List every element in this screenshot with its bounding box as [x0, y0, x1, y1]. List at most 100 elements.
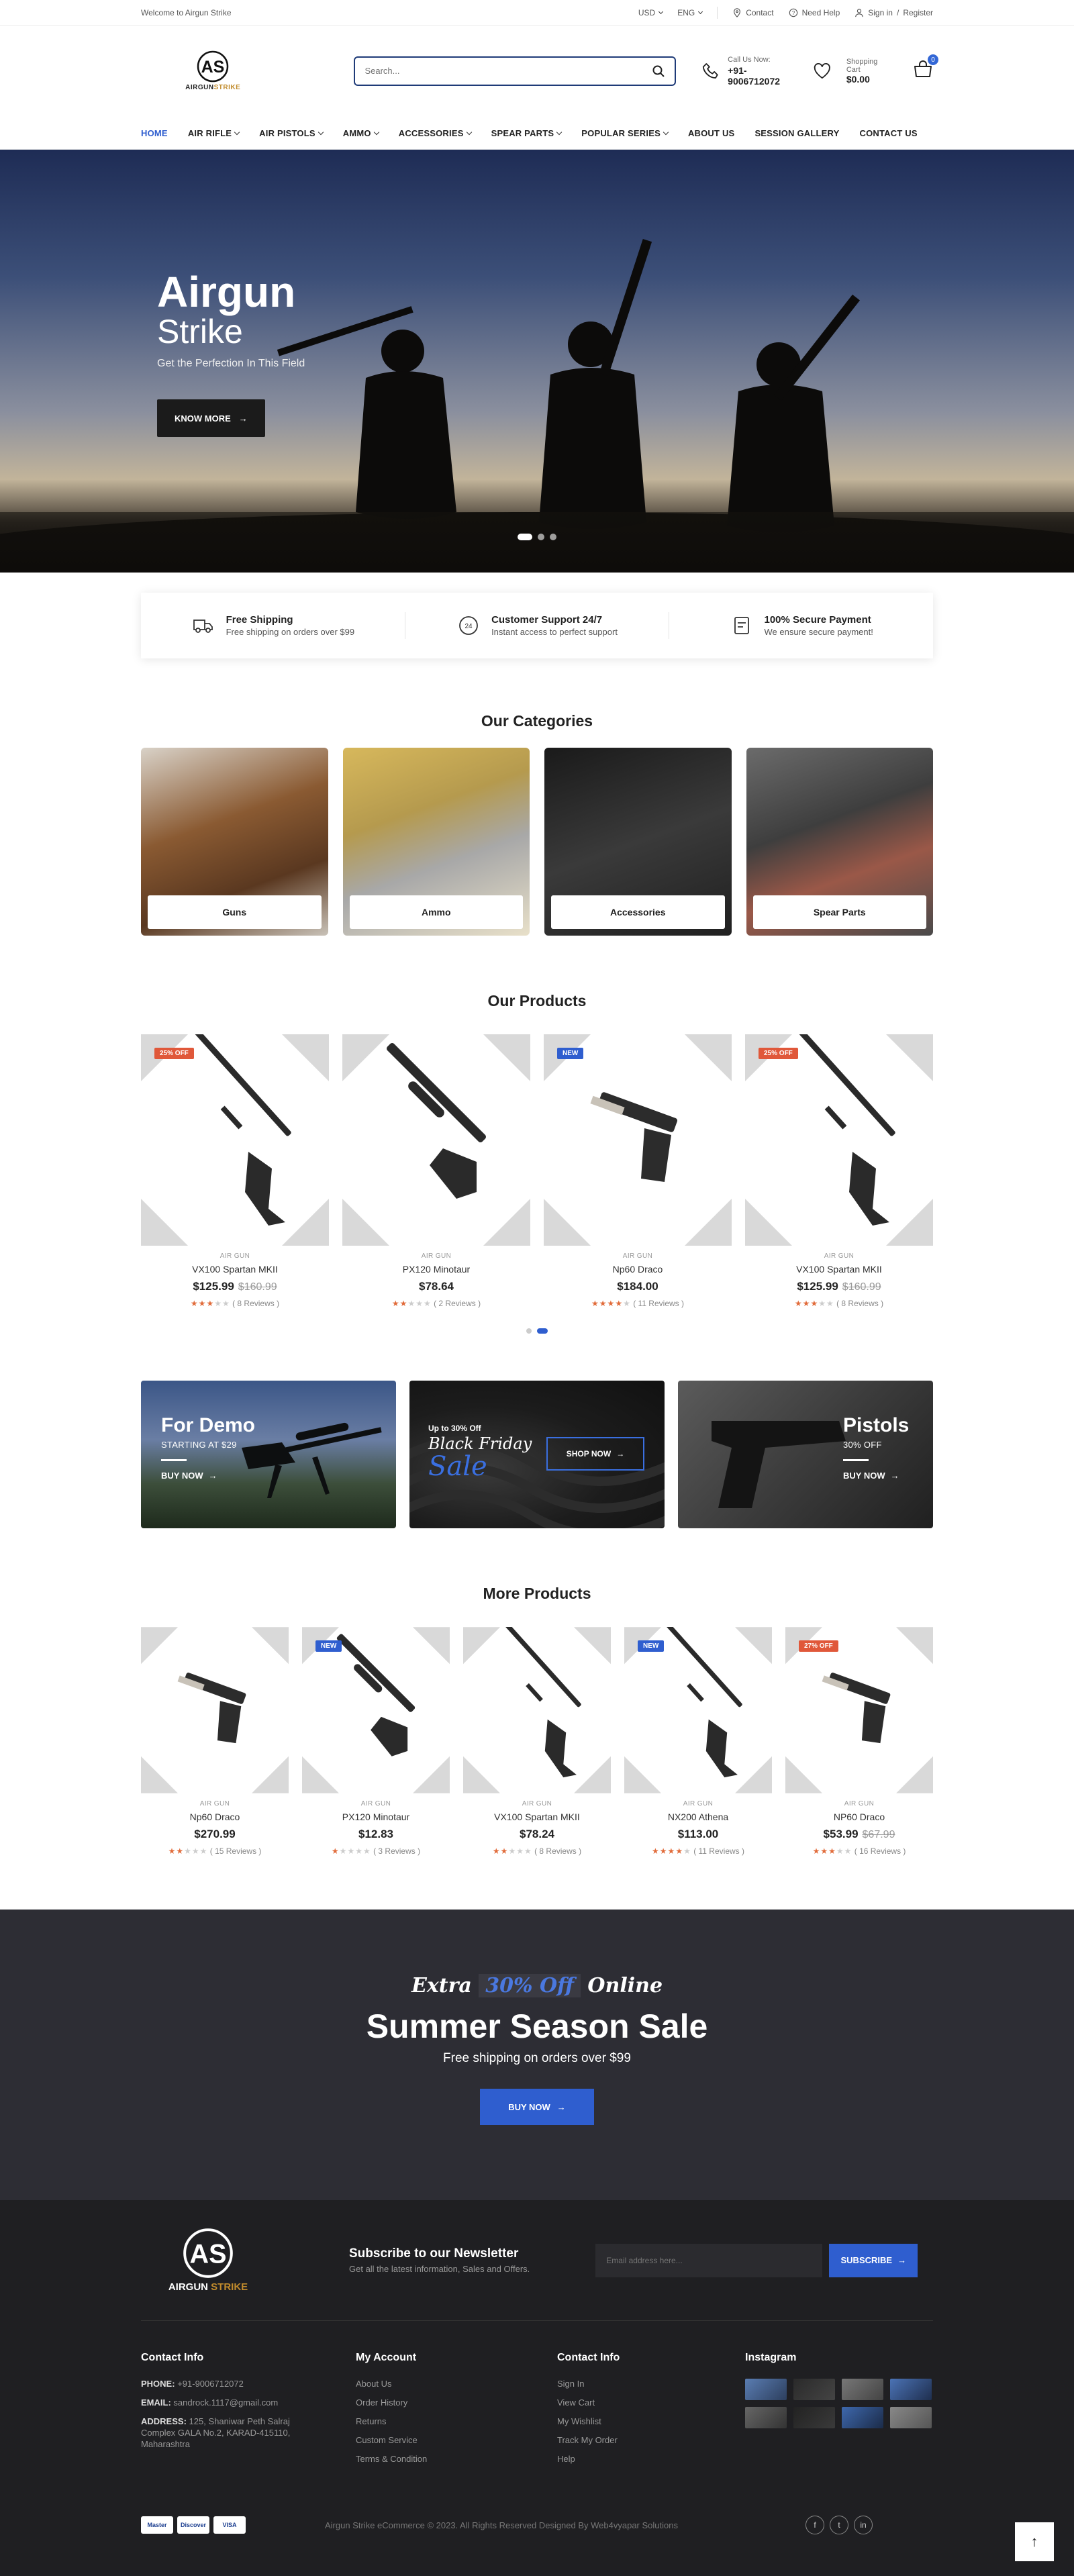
slider-dot[interactable] — [538, 534, 544, 540]
product-card[interactable]: 25% OFF AIR GUN VX100 Spartan MKII $125.99 $… — [745, 1034, 933, 1308]
product-card[interactable]: NEW AIR GUN NX200 Athena $113.00 ★★★★★ ( 11 … — [624, 1627, 772, 1856]
footer-link[interactable]: Custom Service — [356, 2435, 557, 2445]
product-name[interactable]: Np60 Draco — [141, 1812, 289, 1822]
register-link[interactable]: Register — [903, 8, 933, 17]
newsletter-email-input[interactable] — [595, 2243, 823, 2277]
product-name[interactable]: VX100 Spartan MKII — [141, 1264, 329, 1275]
product-name[interactable]: Np60 Draco — [544, 1264, 732, 1275]
product-name[interactable]: VX100 Spartan MKII — [745, 1264, 933, 1275]
footer-link[interactable]: Order History — [356, 2397, 557, 2408]
product-name[interactable]: PX120 Minotaur — [302, 1812, 450, 1822]
nav-item-air-pistols[interactable]: AIR PISTOLS — [259, 128, 324, 138]
contact-link[interactable]: Contact — [732, 8, 774, 17]
instagram-thumb[interactable] — [842, 2379, 883, 2400]
product-name[interactable]: VX100 Spartan MKII — [463, 1812, 611, 1822]
product-image-wrap[interactable]: 25% OFF — [745, 1034, 933, 1246]
black-friday-banner[interactable]: Up to 30% Off Black Friday Sale SHOP NOW… — [409, 1381, 665, 1528]
category-card-ammo[interactable]: Ammo — [342, 748, 530, 936]
product-image-wrap[interactable] — [141, 1627, 289, 1793]
product-image-wrap[interactable] — [342, 1034, 530, 1246]
footer-link[interactable]: View Cart — [557, 2397, 745, 2408]
category-card-guns[interactable]: Guns — [141, 748, 328, 936]
product-image-wrap[interactable]: NEW — [302, 1627, 450, 1793]
nav-item-session-gallery[interactable]: SESSION GALLERY — [754, 128, 839, 138]
footer-link[interactable]: Sign In — [557, 2379, 745, 2389]
subscribe-button[interactable]: SUBSCRIBE → — [829, 2243, 918, 2277]
twitter-icon[interactable]: t — [830, 2516, 848, 2534]
footer-contact-col: Contact Info PHONE: +91-9006712072 EMAIL… — [141, 2352, 356, 2473]
language-select[interactable]: ENG — [677, 8, 703, 17]
instagram-thumb[interactable] — [745, 2407, 787, 2428]
product-rating: ★★★★★ ( 11 Reviews ) — [624, 1846, 772, 1856]
slider-dot[interactable] — [550, 534, 556, 540]
product-card[interactable]: AIR GUN PX120 Minotaur $78.64 ★★★★★ ( 2 Rev… — [342, 1034, 530, 1308]
page-dot[interactable] — [526, 1328, 532, 1334]
linkedin-icon[interactable]: in — [854, 2516, 873, 2534]
nav-item-home[interactable]: HOME — [141, 128, 168, 138]
signin-link[interactable]: Sign in — [868, 8, 893, 17]
product-card[interactable]: NEW AIR GUN Np60 Draco $184.00 ★★★★★ ( 11 Re… — [544, 1034, 732, 1308]
product-card[interactable]: 27% OFF AIR GUN NP60 Draco $53.99 $67.99 ★★★★… — [785, 1627, 933, 1856]
shop-now-button[interactable]: SHOP NOW → — [546, 1437, 644, 1471]
search-icon[interactable] — [652, 64, 665, 78]
back-to-top-button[interactable]: ↑ — [1015, 2522, 1054, 2561]
product-image-wrap[interactable] — [463, 1627, 611, 1793]
footer-link[interactable]: Terms & Condition — [356, 2454, 557, 2464]
category-card-spear-parts[interactable]: Spear Parts — [746, 748, 933, 936]
site-logo[interactable]: AS AIRGUNSTRIKE — [176, 50, 250, 91]
instagram-thumb[interactable] — [793, 2379, 835, 2400]
product-card[interactable]: AIR GUN VX100 Spartan MKII $78.24 ★★★★★ ( 8… — [463, 1627, 611, 1856]
footer-link[interactable]: My Wishlist — [557, 2416, 745, 2426]
help-link[interactable]: ? Need Help — [789, 8, 840, 17]
instagram-thumb[interactable] — [842, 2407, 883, 2428]
instagram-thumb[interactable] — [745, 2379, 787, 2400]
instagram-thumb[interactable] — [793, 2407, 835, 2428]
search-input[interactable] — [364, 66, 652, 76]
facebook-icon[interactable]: f — [806, 2516, 824, 2534]
product-name[interactable]: NX200 Athena — [624, 1812, 772, 1822]
feature-desc: Free shipping on orders over $99 — [226, 627, 355, 637]
demo-buy-link[interactable]: BUY NOW → — [161, 1471, 255, 1481]
instagram-thumb[interactable] — [890, 2379, 932, 2400]
product-image-wrap[interactable]: 25% OFF — [141, 1034, 329, 1246]
footer-link[interactable]: Help — [557, 2454, 745, 2464]
promo-buy-button[interactable]: BUY NOW → — [480, 2089, 594, 2125]
nav-item-spear-parts[interactable]: SPEAR PARTS — [491, 128, 563, 138]
review-count: ( 3 Reviews ) — [373, 1846, 421, 1856]
footer-link[interactable]: Track My Order — [557, 2435, 745, 2445]
footer-phone: PHONE: +91-9006712072 — [141, 2379, 244, 2389]
product-name[interactable]: NP60 Draco — [785, 1812, 933, 1822]
cart-summary[interactable]: Shopping Cart $0.00 0 — [846, 54, 938, 85]
product-image-wrap[interactable]: NEW — [624, 1627, 772, 1793]
star-icon: ★ — [222, 1299, 230, 1308]
nav-item-ammo[interactable]: AMMO — [343, 128, 379, 138]
heart-icon[interactable] — [813, 62, 832, 81]
pistols-banner[interactable]: Pistols 30% OFF BUY NOW → — [678, 1381, 933, 1528]
instagram-thumb[interactable] — [890, 2407, 932, 2428]
star-icon: ★ — [794, 1299, 803, 1308]
footer-link[interactable]: About Us — [356, 2379, 557, 2389]
demo-banner[interactable]: For Demo STARTING AT $29 BUY NOW → — [141, 1381, 396, 1528]
page-dot[interactable] — [537, 1328, 548, 1334]
nav-item-contact-us[interactable]: CONTACT US — [859, 128, 917, 138]
product-card[interactable]: NEW AIR GUN PX120 Minotaur $12.83 ★★★★★ ( 3 … — [302, 1627, 450, 1856]
nav-item-air-rifle[interactable]: AIR RIFLE — [188, 128, 240, 138]
know-more-button[interactable]: KNOW MORE → — [157, 399, 265, 437]
footer-link[interactable]: Returns — [356, 2416, 557, 2426]
nav-item-about-us[interactable]: ABOUT US — [688, 128, 735, 138]
arrow-up-icon: ↑ — [1030, 2533, 1038, 2550]
product-old-price: $160.99 — [842, 1281, 881, 1293]
pistols-buy-link[interactable]: BUY NOW → — [843, 1471, 909, 1481]
product-image-wrap[interactable]: NEW — [544, 1034, 732, 1246]
currency-select[interactable]: USD — [638, 8, 664, 17]
product-image-wrap[interactable]: 27% OFF — [785, 1627, 933, 1793]
category-card-accessories[interactable]: Accessories — [544, 748, 732, 936]
product-card[interactable]: AIR GUN Np60 Draco $270.99 ★★★★★ ( 15 Revie… — [141, 1627, 289, 1856]
slider-dot[interactable] — [518, 534, 532, 540]
nav-item-accessories[interactable]: ACCESSORIES — [399, 128, 472, 138]
nav-item-popular-series[interactable]: POPULAR SERIES — [581, 128, 669, 138]
footer-logo[interactable]: AS AIRGUN STRIKE — [141, 2228, 275, 2293]
product-card[interactable]: 25% OFF AIR GUN VX100 Spartan MKII $125.99 $… — [141, 1034, 329, 1308]
product-name[interactable]: PX120 Minotaur — [342, 1264, 530, 1275]
call-info[interactable]: Call Us Now: +91-9006712072 — [701, 56, 793, 87]
